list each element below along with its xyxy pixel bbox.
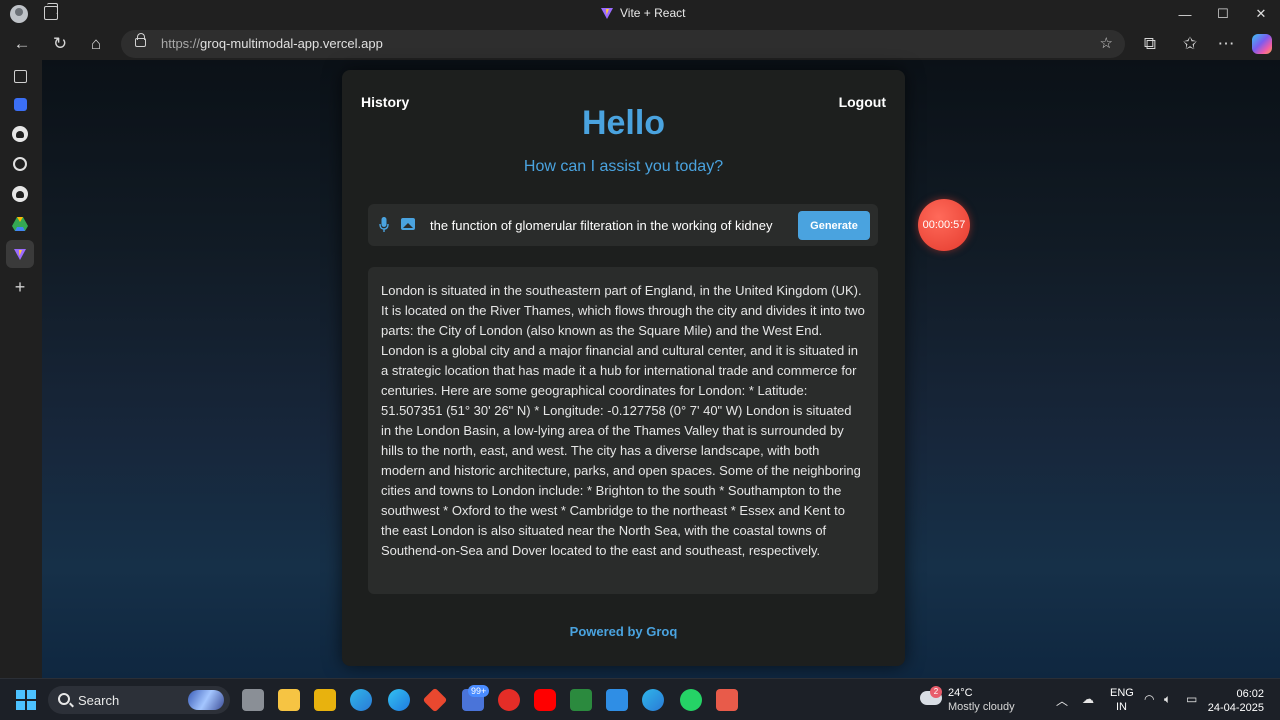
classroom-icon[interactable] xyxy=(570,689,592,711)
edge-dev-icon[interactable] xyxy=(350,689,372,711)
generate-button[interactable]: Generate xyxy=(798,211,870,240)
browser-sidebar: + xyxy=(0,60,42,678)
weather-badge: 2 xyxy=(930,686,942,698)
copilot-icon[interactable] xyxy=(1252,34,1272,54)
search-label: Search xyxy=(78,693,120,708)
google-drive-icon[interactable] xyxy=(11,215,29,233)
system-clock[interactable]: 06:02 24-04-2025 xyxy=(1208,687,1264,715)
prompt-input[interactable] xyxy=(430,215,788,235)
file-explorer-icon[interactable] xyxy=(278,689,300,711)
search-highlight-image xyxy=(188,690,224,710)
url-host: groq-multimodal-app.vercel.app xyxy=(200,36,383,51)
vite-logo-icon xyxy=(601,8,613,19)
github-icon-2[interactable] xyxy=(11,185,29,203)
wifi-icon[interactable]: ◠ xyxy=(1144,692,1154,706)
weather-temperature[interactable]: 24°C xyxy=(948,687,973,699)
language-bottom[interactable]: IN xyxy=(1116,701,1127,713)
battery-icon[interactable]: ▭ xyxy=(1186,692,1197,706)
response-text: London is situated in the southeastern p… xyxy=(368,267,878,594)
window-controls: — ☐ ✕ xyxy=(1166,0,1280,28)
music-app-icon[interactable] xyxy=(498,689,520,711)
search-icon xyxy=(58,693,70,705)
extensions-icon[interactable]: ⧉ xyxy=(1140,34,1160,54)
office-app-icon[interactable] xyxy=(314,689,336,711)
git-icon[interactable] xyxy=(422,687,448,713)
edge-icon[interactable] xyxy=(642,689,664,711)
panel-toggle-icon[interactable] xyxy=(11,67,29,85)
volume-icon[interactable]: 🔈︎ xyxy=(1164,692,1171,707)
more-options-icon[interactable]: ⋯ xyxy=(1216,34,1236,54)
screen-recorder-icon[interactable] xyxy=(716,689,738,711)
chevron-up-icon[interactable]: ︿ xyxy=(1056,692,1068,709)
whatsapp-icon[interactable] xyxy=(680,689,702,711)
window-title: Vite + React xyxy=(600,6,685,20)
github-icon[interactable] xyxy=(11,125,29,143)
windows-taskbar: Search 99+ 2 24°C Mostly cloudy ︿ ☁ ENG … xyxy=(0,678,1280,720)
minimize-button[interactable]: — xyxy=(1166,0,1204,28)
prompt-bar: Generate xyxy=(368,204,878,246)
home-icon[interactable]: ⌂ xyxy=(86,34,106,54)
favorite-star-icon[interactable]: ☆ xyxy=(1100,34,1113,52)
page-subheading: How can I assist you today? xyxy=(523,158,724,175)
vite-app-icon[interactable] xyxy=(11,245,29,263)
microphone-icon[interactable] xyxy=(379,217,389,233)
browser-toolbar: ← ↻ ⌂ https://groq-multimodal-app.vercel… xyxy=(0,28,1280,60)
maximize-button[interactable]: ☐ xyxy=(1204,0,1242,28)
vscode-icon[interactable] xyxy=(606,689,628,711)
powered-by-footer: Powered by Groq xyxy=(569,624,678,639)
task-view-icon[interactable] xyxy=(242,689,264,711)
store-badge: 99+ xyxy=(468,685,490,697)
url-text[interactable]: https://groq-multimodal-app.vercel.app xyxy=(161,36,383,51)
taskbar-search[interactable]: Search xyxy=(48,686,230,714)
onedrive-cloud-icon[interactable]: ☁ xyxy=(1082,692,1094,706)
clock-time: 06:02 xyxy=(1236,688,1264,700)
language-top[interactable]: ENG xyxy=(1110,687,1134,699)
address-bar[interactable]: https://groq-multimodal-app.vercel.app ☆ xyxy=(121,30,1125,58)
add-icon[interactable]: + xyxy=(11,277,29,297)
title-bar: Vite + React — ☐ ✕ xyxy=(0,0,1280,28)
close-button[interactable]: ✕ xyxy=(1242,0,1280,28)
web-page: History Logout Hello How can I assist yo… xyxy=(42,60,1280,678)
recording-timer[interactable]: 00:00:57 xyxy=(918,199,970,251)
lock-icon[interactable] xyxy=(135,33,146,47)
clock-date: 24-04-2025 xyxy=(1207,702,1264,714)
openai-icon[interactable] xyxy=(11,155,29,173)
weather-condition[interactable]: Mostly cloudy xyxy=(948,701,1015,713)
tab-title-text: Vite + React xyxy=(620,6,686,20)
favorites-icon[interactable]: ✩ xyxy=(1180,34,1200,54)
youtube-icon[interactable] xyxy=(534,689,556,711)
edge-beta-icon[interactable] xyxy=(388,689,410,711)
refresh-icon[interactable]: ↻ xyxy=(50,34,70,54)
profile-avatar[interactable] xyxy=(10,5,28,23)
url-protocol: https:// xyxy=(161,36,201,51)
windows-start-icon[interactable] xyxy=(16,690,36,710)
back-arrow-icon[interactable]: ← xyxy=(12,34,32,54)
image-upload-icon[interactable] xyxy=(401,218,415,230)
assistant-card: History Logout Hello How can I assist yo… xyxy=(342,70,905,666)
blue-app-icon[interactable] xyxy=(11,95,29,113)
tab-actions-icon[interactable] xyxy=(44,3,58,20)
page-heading: Hello xyxy=(581,104,666,142)
